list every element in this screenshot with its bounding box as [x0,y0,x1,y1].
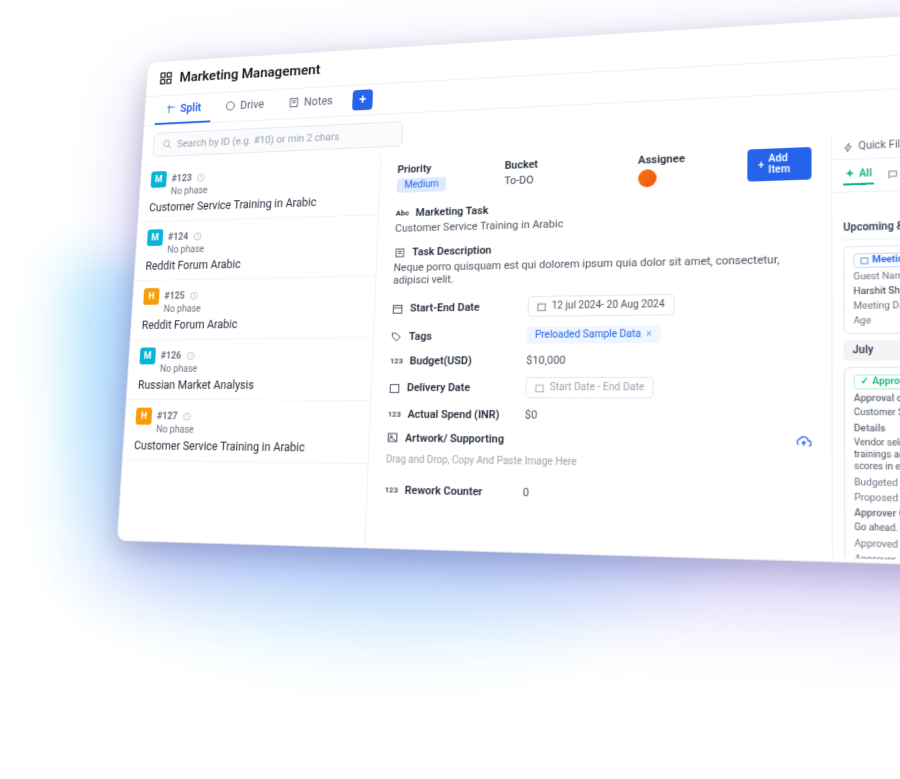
search-icon [162,139,172,149]
tab-comment[interactable]: Comment [885,162,900,184]
add-tab-button[interactable]: + [352,89,373,110]
grid-icon [159,71,173,86]
calendar-icon [392,302,404,314]
spend-label: Actual Spend (INR) [407,408,499,422]
tag-icon [391,331,403,343]
calendar-icon [534,383,544,393]
priority-badge: H [136,408,153,425]
budget-label: Budget(USD) [409,354,471,367]
assignee-avatar[interactable] [638,169,657,187]
description-value[interactable]: Neque porro quisquam est qui dolorem ips… [393,252,812,286]
tab-all[interactable]: ✦ All [843,165,874,186]
comment-icon [887,169,898,180]
priority-badge: H [143,288,160,305]
bucket-value[interactable]: To-DO [504,173,538,187]
split-icon [165,103,176,114]
priority-value[interactable]: Medium [397,177,447,193]
date-label: Start-End Date [410,301,480,315]
activity-panel: Quick Filter Filter ⇅ So ✦ All Comment C… [831,125,900,566]
spend-value[interactable]: $0 [525,408,538,421]
page-title: Marketing Management [179,61,321,85]
upload-icon[interactable] [796,434,812,449]
clock-icon [182,412,191,422]
approval-badge: ✓ Approval Request [854,374,900,389]
clock-icon [186,351,195,360]
item-title: Reddit Forum Arabic [145,255,365,273]
list-item[interactable]: H#127 No phase Customer Service Training… [123,400,370,464]
item-list: M#123 No phase Customer Service Training… [118,155,382,544]
meeting-widget[interactable]: MeetingBy Harshit Sharma24 J Guest Name … [843,241,900,334]
item-title: Customer Service Training in Arabic [134,439,357,455]
description-label: Task Description [412,244,492,258]
list-item[interactable]: H#125 No phase Reddit Forum Arabic [131,276,376,340]
upcoming-overdue-header: Upcoming & Overdue [843,211,900,240]
approval-widget[interactable]: ✓ Approval RequestBy Odumbe24 Approval c… [844,366,900,566]
tab-notes[interactable]: Notes [277,86,344,119]
clock-icon [197,173,206,182]
quick-filter-button[interactable]: Quick Filter [843,139,900,153]
month-divider: July [844,339,900,361]
tab-drive[interactable]: Drive [214,90,275,122]
delivery-label: Delivery Date [407,381,471,394]
tag-chip[interactable]: Preloaded Sample Data× [527,326,660,344]
app-window: Marketing Management Split Drive Notes +… [117,4,900,571]
calendar-icon [860,256,869,265]
list-item[interactable]: M#124 No phase Reddit Forum Arabic [134,215,378,281]
dropzone-hint[interactable]: Drag and Drop, Copy And Paste Image Here [386,454,812,471]
list-item[interactable]: M#123 No phase Customer Service Training… [138,155,380,223]
priority-badge: M [151,171,167,188]
image-icon [387,432,399,444]
description-icon [394,246,406,258]
delivery-date-picker[interactable]: Start Date - End Date [525,377,654,399]
priority-badge: M [147,229,164,246]
search-input[interactable]: Search by ID (e.g. #10) or min 2 chars [153,121,404,157]
rework-value[interactable]: 0 [523,486,530,499]
calendar-icon [389,382,401,394]
remove-tag-icon[interactable]: × [646,329,652,340]
detail-panel: Priority Medium Bucket To-DO Assignee +A… [365,136,832,558]
clock-icon [193,232,202,241]
assignee-label: Assignee [638,152,685,167]
bucket-label: Bucket [504,158,538,172]
item-title: Reddit Forum Arabic [141,316,362,332]
priority-label: Priority [397,162,447,176]
clock-icon [190,291,199,300]
date-picker[interactable]: 12 jul 2024- 20 Aug 2024 [527,294,674,317]
rework-label: Rework Counter [405,484,483,499]
tags-label: Tags [409,330,432,343]
notes-icon [289,97,300,109]
priority-badge: M [139,348,156,365]
meeting-badge: Meeting [853,252,900,268]
calendar-icon [537,301,547,311]
item-title: Customer Service Training in Arabic [149,194,368,214]
add-item-button[interactable]: +Add Item [748,147,812,182]
artwork-label: Artwork/ Supporting [405,431,504,445]
budget-value[interactable]: $10,000 [526,354,566,367]
drive-icon [225,100,236,111]
tab-split[interactable]: Split [155,93,213,125]
task-label: Marketing Task [415,204,488,219]
item-title: Russian Market Analysis [138,378,360,392]
bolt-icon [843,142,854,153]
list-item[interactable]: M#126 No phase Russian Market Analysis [127,338,373,401]
